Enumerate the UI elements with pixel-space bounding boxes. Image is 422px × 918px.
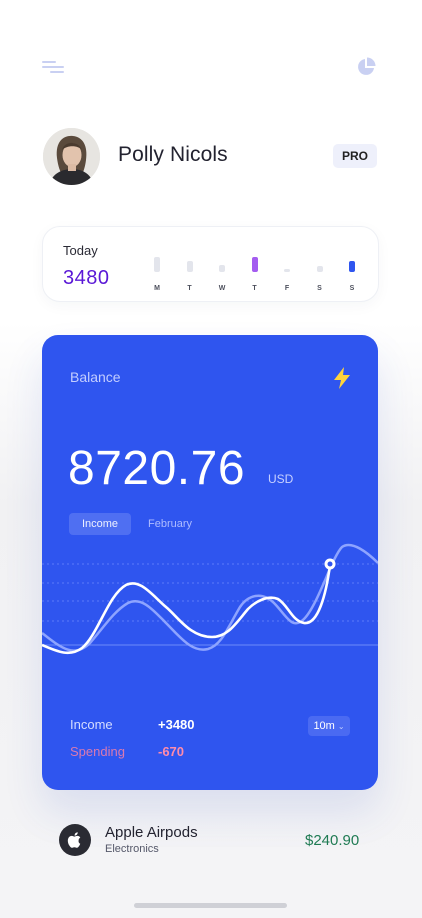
weekday-column[interactable]: S xyxy=(346,240,358,292)
weekday-bar xyxy=(251,257,258,272)
balance-line-chart xyxy=(42,543,378,655)
weekday-bar xyxy=(284,269,290,272)
apple-logo-icon xyxy=(59,824,91,856)
tab-income[interactable]: Income xyxy=(69,513,131,535)
transaction-amount: $240.90 xyxy=(305,832,360,849)
weekday-label: T xyxy=(187,285,192,292)
weekday-bar xyxy=(316,266,323,272)
income-label: Income xyxy=(70,717,113,732)
weekday-column[interactable]: S xyxy=(314,240,326,292)
spending-label: Spending xyxy=(70,744,125,759)
weekday-label: F xyxy=(284,285,290,292)
today-value: 3480 xyxy=(63,267,110,289)
weekday-bar xyxy=(186,261,193,272)
range-value: 10m xyxy=(313,720,335,732)
chart-series-primary xyxy=(42,564,332,655)
weekday-bar xyxy=(349,261,355,272)
apple-logo-glyph xyxy=(67,832,81,848)
balance-amount: 8720.76 xyxy=(68,442,246,495)
pie-chart-icon xyxy=(358,57,376,75)
weekday-label: S xyxy=(349,285,355,292)
avatar[interactable] xyxy=(43,128,100,185)
user-name: Polly Nicols xyxy=(118,143,228,166)
transaction-title[interactable]: Apple Airpods xyxy=(105,824,198,841)
menu-button[interactable] xyxy=(42,60,66,76)
lightning-bolt-icon[interactable] xyxy=(333,367,351,389)
chevron-down-icon: ⌄ xyxy=(337,721,345,731)
weekday-label: T xyxy=(252,285,257,292)
menu-lines-icon xyxy=(42,61,56,63)
weekday-column[interactable]: T xyxy=(249,240,261,292)
menu-line xyxy=(50,71,64,73)
weekday-label: S xyxy=(317,285,322,292)
weekly-bars: MTWTFSS xyxy=(151,240,361,292)
transaction-category: Electronics xyxy=(105,843,159,855)
spending-value: -670 xyxy=(158,744,185,759)
chart-point-center xyxy=(327,561,333,567)
weekday-column[interactable]: W xyxy=(216,240,228,292)
weekday-column[interactable]: F xyxy=(281,240,293,292)
range-select[interactable]: 10m ⌄ xyxy=(308,716,350,736)
weekday-label: M xyxy=(154,285,160,292)
weekday-bar xyxy=(219,265,225,272)
today-label: Today xyxy=(63,243,98,258)
today-card[interactable]: Today 3480 M T W T F S S xyxy=(42,226,379,302)
weekday-column[interactable]: M xyxy=(151,240,163,292)
balance-label: Balance xyxy=(70,369,121,385)
avatar-photo xyxy=(43,128,100,185)
home-indicator[interactable] xyxy=(134,903,287,908)
weekday-bar xyxy=(154,257,160,272)
pro-badge: PRO xyxy=(333,144,377,168)
stats-button[interactable] xyxy=(356,57,376,77)
weekday-label: W xyxy=(218,285,226,292)
balance-card[interactable]: Balance 8720.76 USD Income February Inco… xyxy=(42,335,378,790)
menu-line xyxy=(42,66,64,68)
balance-currency: USD xyxy=(268,472,294,486)
tab-february[interactable]: February xyxy=(148,513,192,535)
income-value: +3480 xyxy=(158,717,195,732)
weekday-column[interactable]: T xyxy=(184,240,196,292)
